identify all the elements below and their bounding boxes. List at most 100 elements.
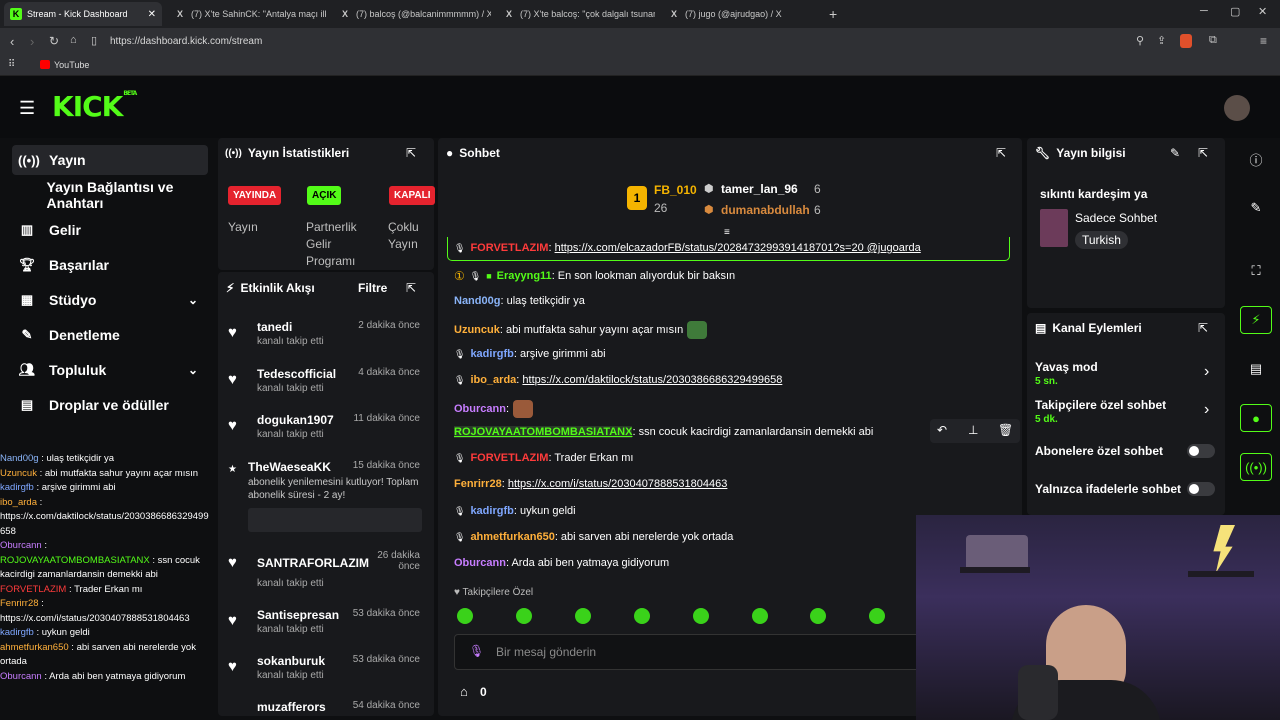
chat-bubble-icon[interactable]: ● [1240, 404, 1272, 432]
sidebar-item-studyo[interactable]: ▦ Stüdyo ⌄ [12, 285, 208, 315]
chat-text: : ulaş tetikçidir ya [500, 295, 585, 307]
reply-icon[interactable]: ↶ [937, 423, 947, 437]
chat-username[interactable]: Fenrirr28 [454, 478, 502, 490]
chat-message[interactable]: ROJOVAYAATOMBOMBASIATANX: ssn cocuk kaci… [454, 426, 873, 438]
maximize-icon[interactable]: ▢ [1230, 5, 1240, 18]
pin-icon[interactable]: ⊥ [968, 423, 978, 437]
subs-chat-toggle[interactable] [1187, 444, 1215, 458]
sidebar-item-yayin[interactable]: ((•)) Yayın [12, 145, 208, 175]
wrench-icon: ✎ [21, 327, 33, 342]
broadcast-icon[interactable]: ((•)) [1240, 453, 1272, 481]
chat-text: : [41, 540, 48, 551]
delete-icon[interactable]: 🗑︎ [998, 423, 1013, 437]
sidebar-item-gelir[interactable]: ▥ Gelir [12, 215, 208, 245]
chat-username[interactable]: ahmetfurkan650 [470, 531, 554, 543]
chat-message[interactable]: Nand00g: ulaş tetikçidir ya [454, 295, 585, 307]
tab-x-4[interactable]: X (7) jugo (@ajrudgao) / X [662, 2, 820, 26]
tab-x-1[interactable]: X (7) X'te SahinCK: "Antalya maçı ilk 11 [168, 2, 326, 26]
chat-username[interactable]: Oburcann [454, 403, 506, 415]
chat-link[interactable]: https://x.com/daktilock/status/203038668… [522, 374, 782, 386]
mic-icon: 🎙︎ [469, 644, 485, 658]
home-icon[interactable]: ⌂ [70, 34, 77, 46]
new-tab-icon[interactable]: + [829, 6, 837, 22]
sidebar-item-denetleme[interactable]: ✎ Denetleme [12, 320, 208, 350]
chat-username[interactable]: Uzuncuk [454, 324, 500, 336]
chevron-right-icon[interactable]: › [1204, 363, 1209, 381]
chat-username[interactable]: Erayyng11 [497, 270, 552, 282]
x-favicon-icon: X [341, 9, 348, 19]
chat-message[interactable]: Uzuncuk: abi mutfakta sahur yayını açar … [454, 321, 708, 339]
sidebar-item-stream-key[interactable]: Yayın Bağlantısı ve Anahtarı [12, 179, 208, 211]
forward-icon[interactable]: › [30, 34, 34, 49]
document-icon[interactable]: ▤ [1240, 355, 1272, 383]
brave-shield-icon[interactable] [1180, 34, 1192, 48]
bookmark-youtube[interactable]: YouTube [54, 60, 89, 70]
share-icon[interactable]: ⇪ [1157, 34, 1166, 47]
chat-message[interactable]: Oburcann: Arda abi ben yatmaya gidiyorum [454, 557, 669, 569]
emote[interactable] [869, 608, 885, 624]
emote[interactable] [752, 608, 768, 624]
menu-icon[interactable]: ≡ [1260, 34, 1267, 48]
close-window-icon[interactable]: ✕ [1258, 5, 1267, 18]
bookmark-icon[interactable]: ▯ [91, 34, 97, 47]
sidebar-item-basarilar[interactable]: 🏆︎ Başarılar [12, 250, 208, 280]
emote[interactable] [634, 608, 650, 624]
chat-message[interactable]: ① 🎙︎ ■ Erayyng11: En son lookman alıyorduk … [454, 269, 735, 283]
chat-username[interactable]: Nand00g [454, 295, 500, 307]
pinned-message-text: 🎙︎ FORVETLAZIM: https://x.com/elcazadorF… [454, 242, 921, 254]
chat-message[interactable]: 🎙︎ ibo_arda: https://x.com/daktilock/stat… [454, 374, 782, 386]
chat-message[interactable]: 🎙︎ ahmetfurkan650: abi sarven abi nereler… [454, 531, 733, 543]
avatar[interactable] [1224, 95, 1250, 121]
chevron-right-icon[interactable]: › [1204, 401, 1209, 419]
kick-logo[interactable]: KICKBETA [52, 90, 137, 123]
popout-icon[interactable]: ⇱ [406, 281, 416, 295]
chat-message[interactable]: Fenrirr28: https://x.com/i/status/203040… [454, 478, 727, 490]
fullscreen-icon[interactable]: ⛶ [1240, 257, 1272, 285]
emote[interactable] [575, 608, 591, 624]
chat-username[interactable]: ROJOVAYAATOMBOMBASIATANX [454, 426, 633, 438]
chat-username[interactable]: Oburcann [454, 557, 506, 569]
popout-icon[interactable]: ⇱ [996, 146, 1006, 160]
bolt-icon[interactable]: ⚡︎ [1240, 306, 1272, 334]
chat-message[interactable]: 🎙︎ kadirgfb: uykun geldi [454, 505, 576, 517]
chat-username[interactable]: kadirgfb [470, 505, 513, 517]
chat-username[interactable]: kadirgfb [470, 348, 513, 360]
reload-icon[interactable]: ↻ [49, 34, 59, 48]
chat-username[interactable]: FORVETLAZIM [470, 452, 548, 464]
zoom-icon[interactable]: ⚲ [1136, 34, 1144, 47]
points-icon[interactable]: ⌂ [460, 684, 468, 699]
extensions-icon[interactable]: ⧉ [1209, 34, 1217, 47]
heart-icon: ♥ [228, 371, 237, 388]
chat-message[interactable]: Oburcann: [454, 400, 534, 418]
emote[interactable] [516, 608, 532, 624]
chat-link[interactable]: https://x.com/i/status/20304078885318044… [508, 478, 728, 490]
popout-icon[interactable]: ⇱ [1198, 321, 1208, 335]
shelf [1188, 571, 1254, 577]
hamburger-menu-icon[interactable]: ☰ [19, 98, 35, 119]
close-icon[interactable]: ✕ [142, 9, 156, 20]
edit-icon[interactable]: ✎ [1240, 194, 1272, 222]
emote-chat-label: Yalnızca ifadelerle sohbet [1035, 482, 1182, 496]
popout-icon[interactable]: ⇱ [1198, 146, 1208, 160]
tab-x-2[interactable]: X (7) balcoş (@balcanimmmmm) / X [333, 2, 491, 26]
sidebar-item-topluluk[interactable]: 👥︎ Topluluk ⌄ [12, 355, 208, 385]
chat-username[interactable]: ibo_arda [470, 374, 516, 386]
emote-chat-toggle[interactable] [1187, 482, 1215, 496]
chat-input[interactable]: 🎙︎ Bir mesaj gönderin [454, 634, 922, 670]
edit-icon[interactable]: ✎ [1170, 146, 1180, 160]
emote[interactable] [457, 608, 473, 624]
filter-button[interactable]: Filtre [358, 281, 387, 295]
back-icon[interactable]: ‹ [10, 34, 14, 49]
emote[interactable] [810, 608, 826, 624]
chat-message[interactable]: 🎙︎ kadirgfb: arşive girimmi abi [454, 348, 606, 360]
info-icon[interactable]: ⓘ [1240, 145, 1272, 173]
tab-x-3[interactable]: X (7) X'te balcoş: "çok dalgalı tsunami [497, 2, 655, 26]
apps-icon[interactable]: ⠿ [8, 59, 15, 70]
emote[interactable] [693, 608, 709, 624]
minimize-icon[interactable]: ─ [1200, 5, 1208, 17]
popout-icon[interactable]: ⇱ [406, 146, 416, 160]
tab-kick-dashboard[interactable]: K Stream - Kick Dashboard ✕ [4, 2, 162, 26]
chat-message[interactable]: 🎙︎ FORVETLAZIM: Trader Erkan mı [454, 452, 633, 464]
url-field[interactable]: https://dashboard.kick.com/stream [110, 34, 262, 50]
sidebar-item-droplar[interactable]: ▤ Droplar ve ödüller [12, 390, 208, 420]
